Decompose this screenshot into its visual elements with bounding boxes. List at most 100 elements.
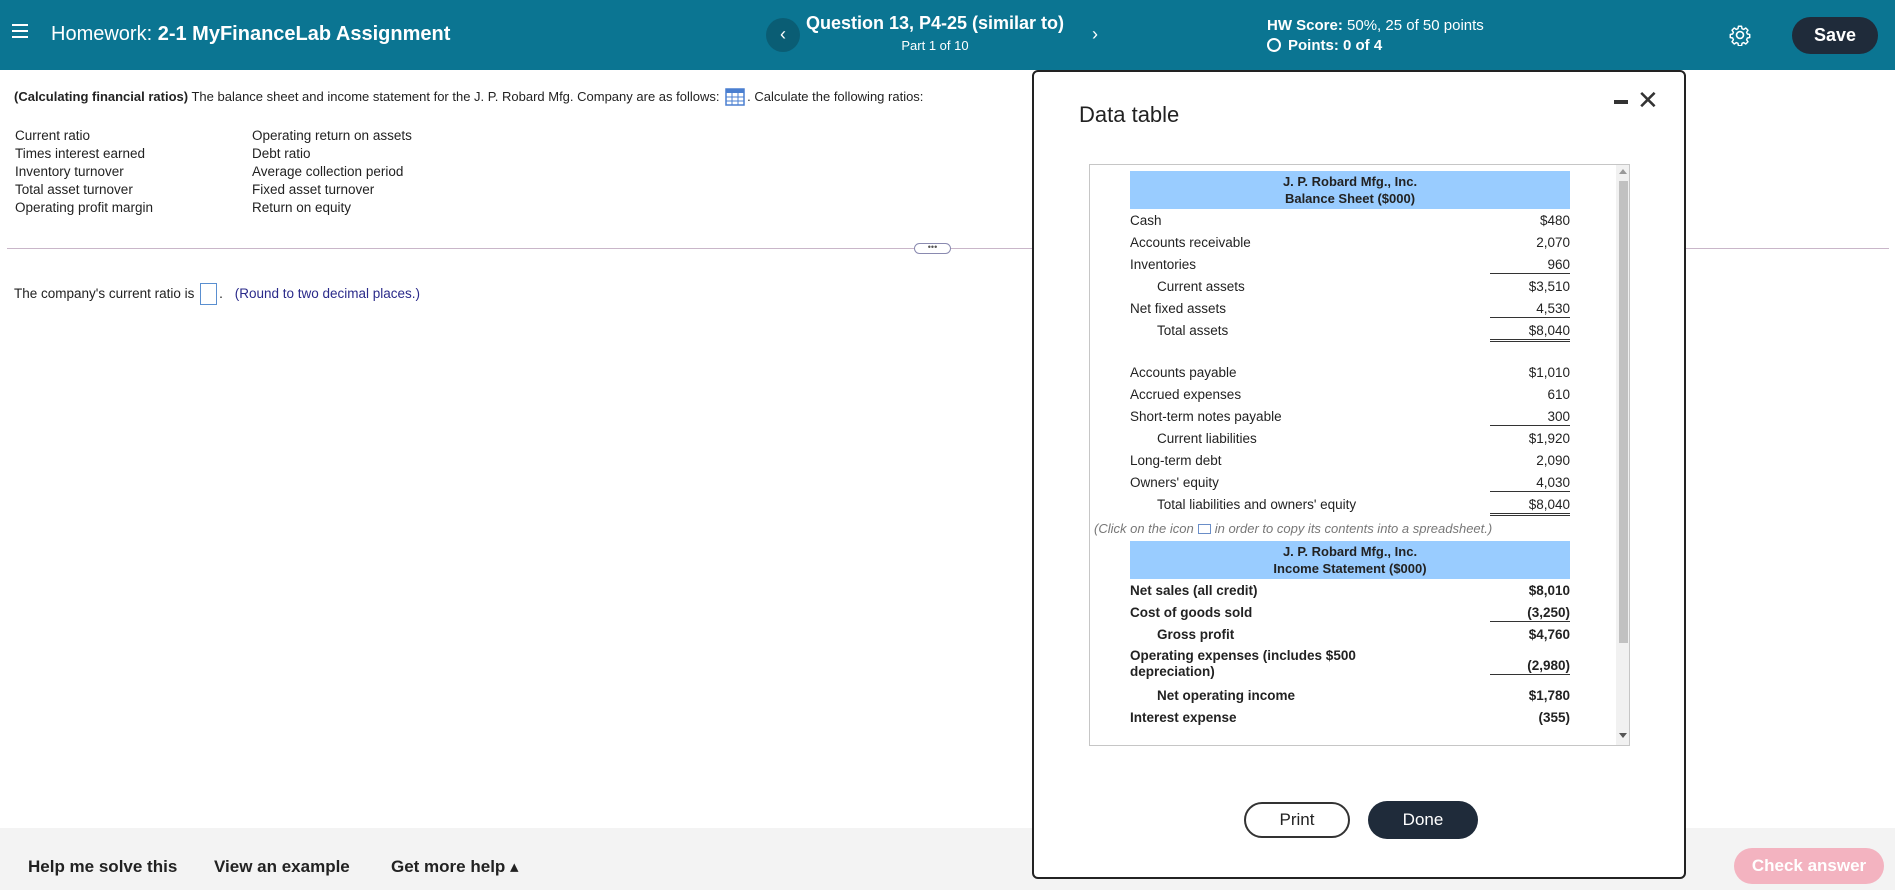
- hw-score: HW Score: 50%, 25 of 50 points: [1267, 17, 1484, 34]
- help-me-solve-button[interactable]: Help me solve this: [28, 857, 177, 877]
- print-button[interactable]: Print: [1244, 802, 1350, 838]
- current-ratio-answer-input[interactable]: [200, 283, 218, 305]
- table-row: Current assets $3,510: [1130, 275, 1570, 297]
- points-status: Points: 0 of 4: [1267, 37, 1382, 54]
- ratio-item: Times interest earned: [15, 146, 146, 161]
- question-instruction: . Calculate the following ratios:: [747, 89, 924, 104]
- ratio-list-right: Operating return on assets Debt ratio Av…: [252, 127, 412, 217]
- data-table-scroll-area[interactable]: J. P. Robard Mfg., Inc. Balance Sheet ($…: [1089, 164, 1630, 746]
- ratio-item: Operating profit margin: [15, 200, 154, 215]
- row-value: 4,530: [1490, 301, 1570, 318]
- table-row: Total liabilities and owners' equity $8,0…: [1130, 493, 1570, 516]
- hw-score-label: HW Score:: [1267, 17, 1343, 34]
- answer-prompt: The company's current ratio is . (Round …: [14, 283, 420, 305]
- table-row: Interest expense (355): [1130, 706, 1570, 728]
- question-topic: (Calculating financial ratios): [14, 89, 189, 104]
- homework-title: Homework: 2-1 MyFinanceLab Assignment: [51, 23, 450, 46]
- table-row: Owners' equity 4,030: [1130, 471, 1570, 493]
- ratio-item: Average collection period: [252, 164, 404, 179]
- row-value: 610: [1547, 387, 1570, 402]
- row-label: Interest expense: [1130, 710, 1237, 725]
- ratio-list-left: Current ratio Times interest earned Inve…: [15, 127, 153, 217]
- copy-note-prefix: (Click on the icon: [1094, 521, 1194, 536]
- points-text: Points: 0 of 4: [1288, 37, 1383, 54]
- circle-icon: [1267, 38, 1281, 52]
- row-value: $3,510: [1528, 279, 1570, 294]
- question-intro: The balance sheet and income statement f…: [191, 89, 720, 104]
- table-row: Accounts payable $1,010: [1130, 361, 1570, 383]
- row-label: Short-term notes payable: [1130, 409, 1282, 424]
- table-row: Accounts receivable 2,070: [1130, 231, 1570, 253]
- copy-note: (Click on the icon in order to copy its c…: [1094, 515, 1534, 539]
- top-bar: Homework: 2-1 MyFinanceLab Assignment ‹ …: [0, 0, 1895, 70]
- income-statement-title: Income Statement ($000): [1273, 561, 1427, 576]
- scrollbar[interactable]: [1616, 165, 1629, 745]
- row-label: Net fixed assets: [1130, 301, 1227, 316]
- table-row: Current liabilities $1,920: [1130, 427, 1570, 449]
- balance-sheet-title: Balance Sheet ($000): [1284, 191, 1416, 206]
- row-value: 300: [1490, 409, 1570, 426]
- assets-section: Cash $480 Accounts receivable 2,070 Inventor…: [1130, 209, 1570, 342]
- expand-handle[interactable]: •••: [914, 243, 951, 254]
- row-value: $8,040: [1490, 497, 1570, 516]
- next-question-button[interactable]: ›: [1078, 18, 1112, 52]
- ratio-item: Fixed asset turnover: [252, 182, 375, 197]
- row-value: $8,040: [1490, 323, 1570, 342]
- done-button[interactable]: Done: [1368, 801, 1478, 839]
- scroll-down-arrow-icon[interactable]: [1619, 733, 1627, 738]
- balance-sheet-header: J. P. Robard Mfg., Inc. Balance Sheet ($…: [1130, 171, 1570, 209]
- table-grid-icon[interactable]: [725, 88, 745, 106]
- question-statement: (Calculating financial ratios) The balan…: [14, 88, 923, 106]
- row-label: Current assets: [1157, 279, 1245, 294]
- row-value: (3,250): [1490, 605, 1570, 622]
- row-label: Accounts receivable: [1130, 235, 1251, 250]
- minimize-icon[interactable]: [1614, 100, 1628, 104]
- table-row: Net sales (all credit) $8,010: [1130, 579, 1570, 601]
- copy-icon[interactable]: [1197, 524, 1211, 534]
- gear-icon[interactable]: [1729, 24, 1751, 47]
- liabilities-section: Accounts payable $1,010 Accrued expenses 61…: [1130, 361, 1570, 516]
- row-label: Total assets: [1157, 323, 1229, 338]
- table-row: Inventories 960: [1130, 253, 1570, 275]
- row-label: Net sales (all credit): [1130, 583, 1258, 598]
- table-row: Net operating income $1,780: [1130, 684, 1570, 706]
- question-part: Part 1 of 10: [901, 38, 969, 53]
- save-button[interactable]: Save: [1792, 17, 1878, 54]
- row-label: Accounts payable: [1130, 365, 1237, 380]
- row-label: Current liabilities: [1157, 431, 1257, 446]
- homework-prefix: Homework:: [51, 23, 153, 45]
- data-table-dialog: Data table ✕ J. P. Robard Mfg., Inc. Bal…: [1032, 70, 1686, 879]
- ratio-item: Operating return on assets: [252, 128, 412, 143]
- scrollbar-thumb[interactable]: [1619, 181, 1628, 643]
- row-value: (2,980): [1490, 658, 1570, 675]
- row-label: Cost of goods sold: [1130, 605, 1253, 620]
- view-example-button[interactable]: View an example: [214, 857, 350, 877]
- table-row: Short-term notes payable 300: [1130, 405, 1570, 427]
- scroll-up-arrow-icon[interactable]: [1619, 169, 1627, 174]
- copy-note-suffix: in order to copy its contents into a spr…: [1214, 521, 1493, 536]
- table-row: Cash $480: [1130, 209, 1570, 231]
- row-value: $1,780: [1528, 688, 1570, 703]
- answer-prefix: The company's current ratio is: [14, 286, 195, 301]
- row-value: 2,070: [1536, 235, 1570, 250]
- row-label: Long-term debt: [1130, 453, 1222, 468]
- row-value: $1,920: [1528, 431, 1570, 446]
- menu-icon[interactable]: [12, 24, 28, 38]
- row-value: $8,010: [1528, 583, 1570, 598]
- homework-name: 2-1 MyFinanceLab Assignment: [157, 23, 451, 45]
- answer-suffix: .: [219, 286, 223, 301]
- get-more-help-button[interactable]: Get more help ▴: [391, 857, 519, 877]
- table-row: Net fixed assets 4,530: [1130, 297, 1570, 319]
- row-label: Cash: [1130, 213, 1162, 228]
- close-icon[interactable]: ✕: [1637, 85, 1659, 116]
- row-label: Total liabilities and owners' equity: [1157, 497, 1357, 512]
- check-answer-button[interactable]: Check answer: [1734, 848, 1884, 884]
- company-name: J. P. Robard Mfg., Inc.: [1282, 174, 1418, 189]
- row-label: Gross profit: [1157, 627, 1235, 642]
- dialog-title: Data table: [1079, 102, 1180, 127]
- ratio-item: Debt ratio: [252, 146, 311, 161]
- income-statement-header: J. P. Robard Mfg., Inc. Income Statement…: [1130, 541, 1570, 579]
- ratio-item: Return on equity: [252, 200, 352, 215]
- row-label: Owners' equity: [1130, 475, 1219, 490]
- question-title: Question 13, P4-25 (similar to): [805, 13, 1065, 33]
